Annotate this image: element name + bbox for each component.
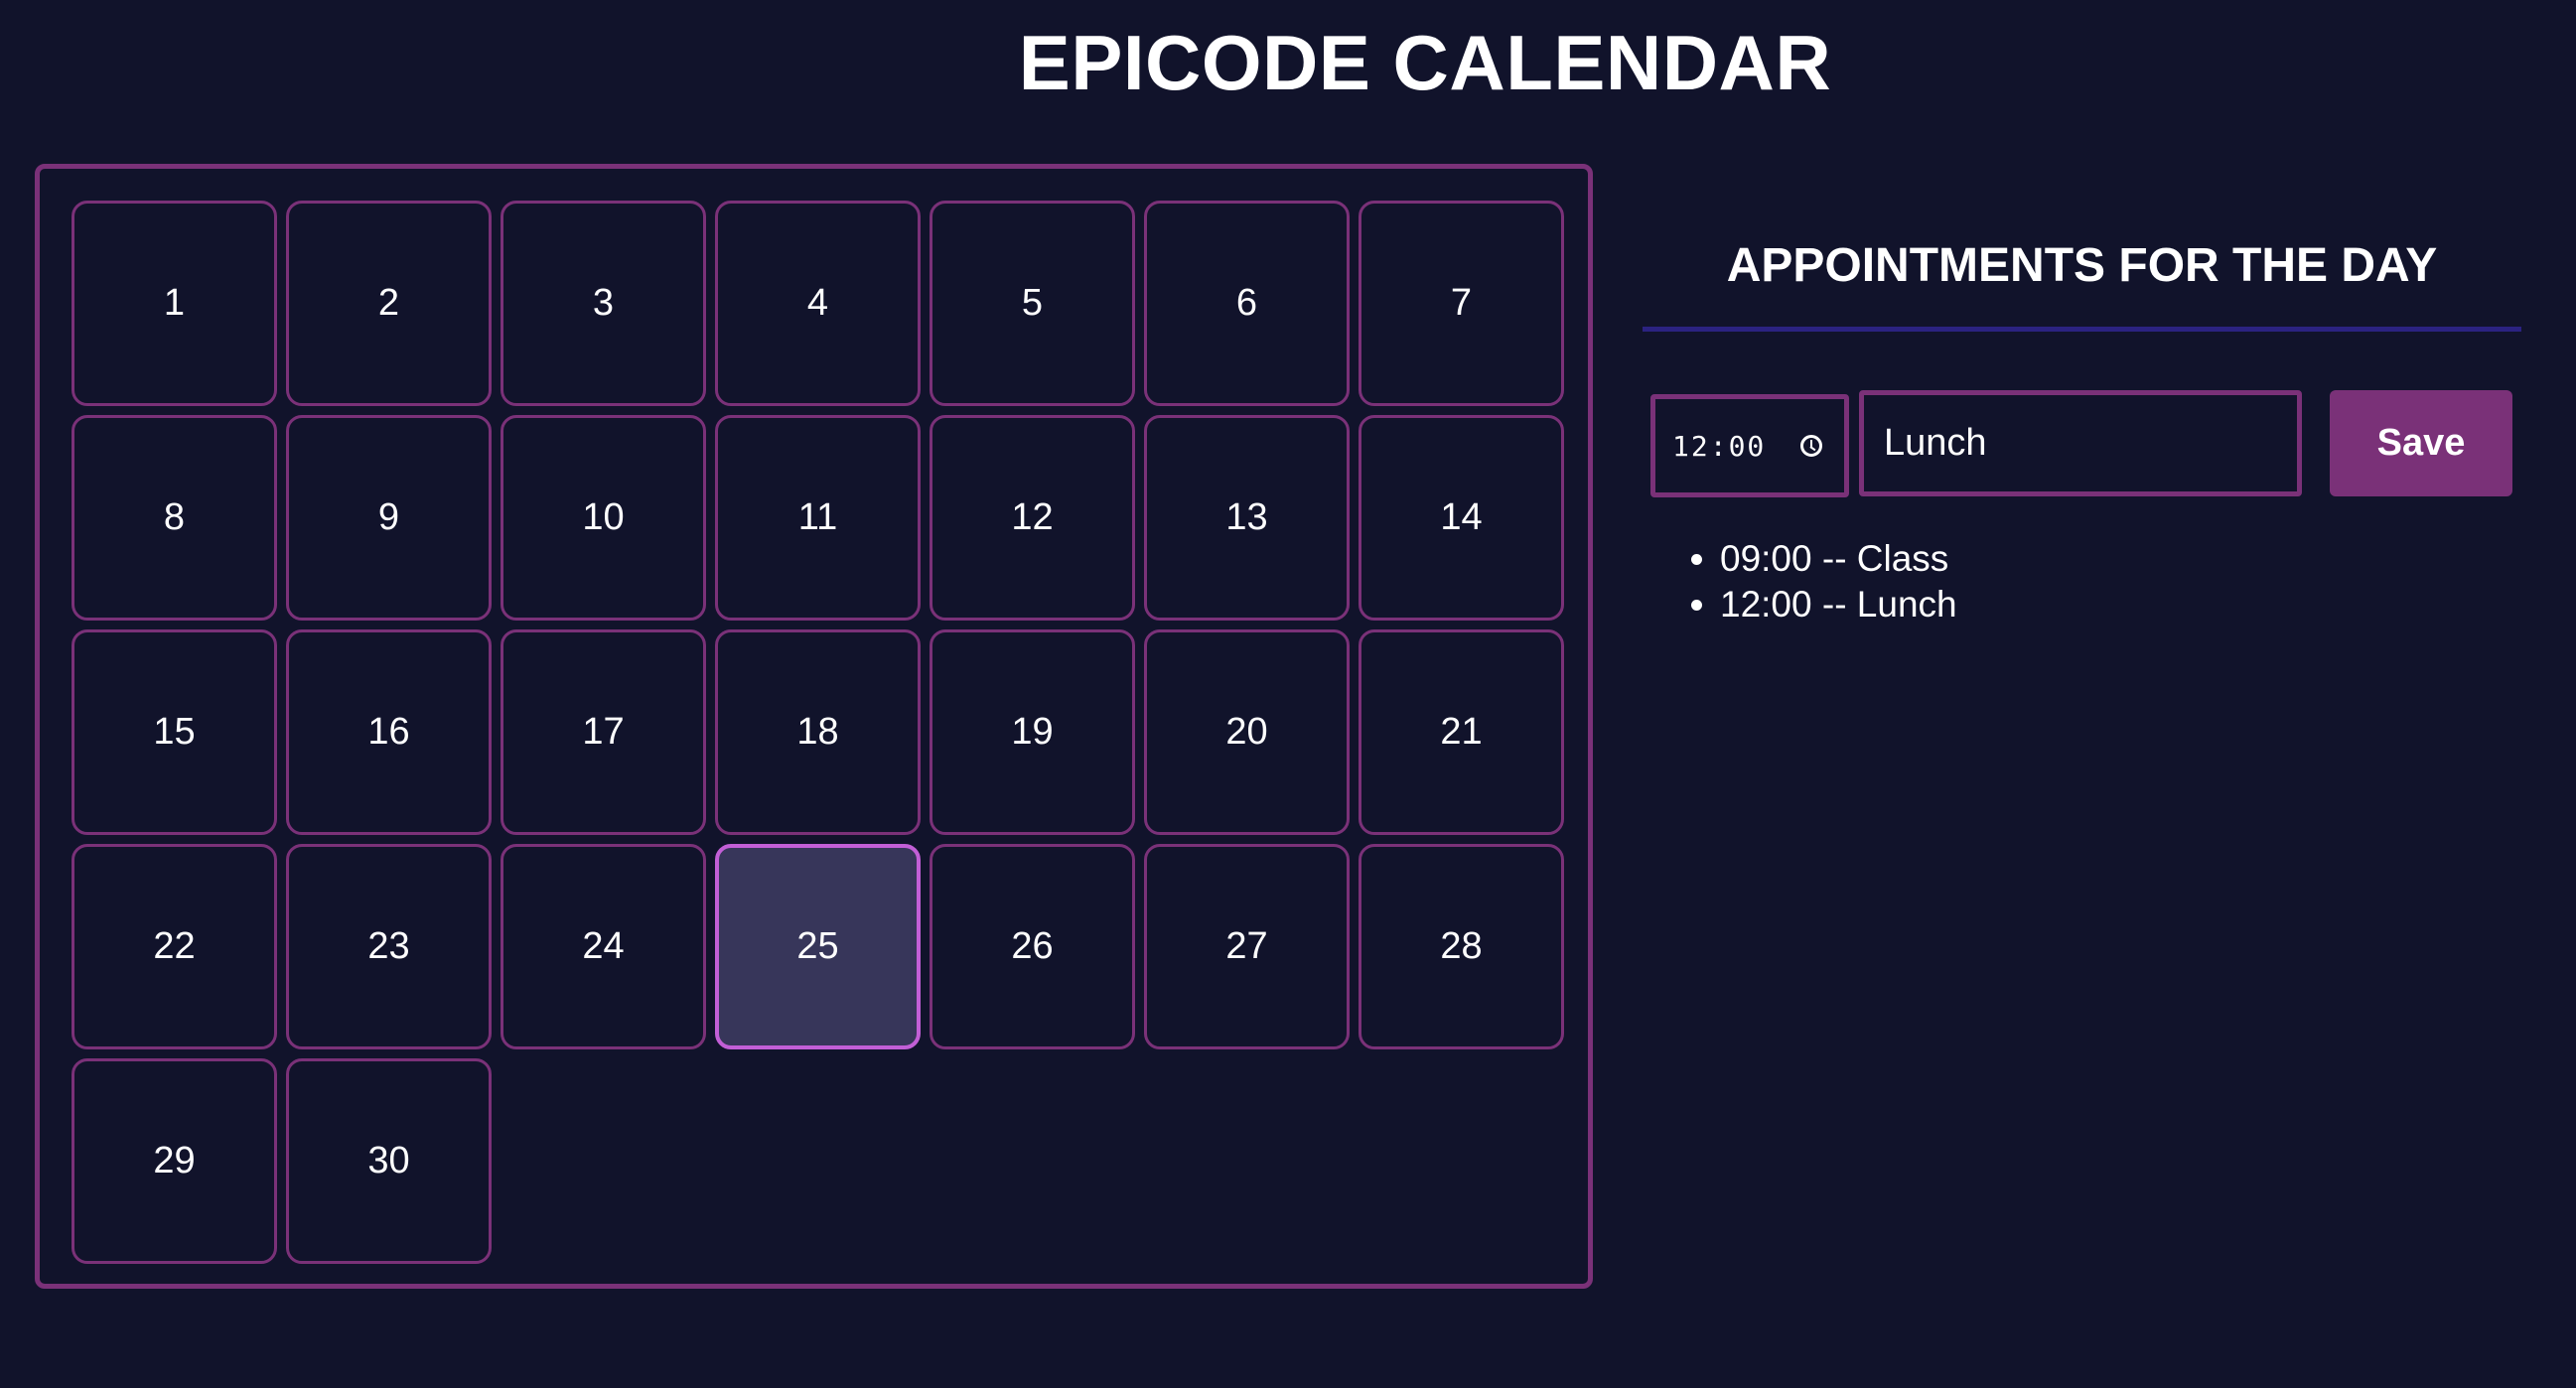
- list-item: 09:00 -- Class: [1720, 536, 1957, 582]
- time-input[interactable]: 12:00: [1650, 394, 1849, 497]
- calendar: 1 2 3 4 5 6 7 8 9 10 11 12 13 14 15 16 1…: [35, 164, 1593, 1289]
- day-cell-25-selected[interactable]: 25: [715, 844, 921, 1049]
- day-cell-27[interactable]: 27: [1144, 844, 1350, 1049]
- day-cell-3[interactable]: 3: [501, 201, 706, 406]
- day-cell-17[interactable]: 17: [501, 629, 706, 835]
- day-grid: 1 2 3 4 5 6 7 8 9 10 11 12 13 14 15 16 1…: [72, 201, 1564, 1264]
- day-cell-19[interactable]: 19: [930, 629, 1135, 835]
- day-cell-26[interactable]: 26: [930, 844, 1135, 1049]
- day-cell-24[interactable]: 24: [501, 844, 706, 1049]
- day-cell-5[interactable]: 5: [930, 201, 1135, 406]
- day-cell-14[interactable]: 14: [1359, 415, 1564, 621]
- time-input-value: 12:00: [1672, 429, 1767, 463]
- day-cell-9[interactable]: 9: [286, 415, 492, 621]
- day-cell-21[interactable]: 21: [1359, 629, 1564, 835]
- day-cell-1[interactable]: 1: [72, 201, 277, 406]
- appointments-heading: APPOINTMENTS FOR THE DAY: [1643, 238, 2521, 332]
- list-item: 12:00 -- Lunch: [1720, 582, 1957, 627]
- appointments-panel: APPOINTMENTS FOR THE DAY 12:00 Lunch Sav…: [1643, 238, 2521, 625]
- day-cell-15[interactable]: 15: [72, 629, 277, 835]
- day-cell-16[interactable]: 16: [286, 629, 492, 835]
- day-cell-23[interactable]: 23: [286, 844, 492, 1049]
- day-cell-30[interactable]: 30: [286, 1058, 492, 1264]
- appointment-description-input[interactable]: Lunch: [1859, 390, 2302, 496]
- day-cell-13[interactable]: 13: [1144, 415, 1350, 621]
- day-cell-20[interactable]: 20: [1144, 629, 1350, 835]
- page-title: EPICODE CALENDAR: [1018, 19, 1832, 106]
- day-cell-4[interactable]: 4: [715, 201, 921, 406]
- clock-icon[interactable]: [1800, 435, 1822, 457]
- save-button[interactable]: Save: [2330, 390, 2512, 496]
- day-cell-10[interactable]: 10: [501, 415, 706, 621]
- appointment-description-value: Lunch: [1884, 422, 1987, 464]
- day-cell-2[interactable]: 2: [286, 201, 492, 406]
- day-cell-12[interactable]: 12: [930, 415, 1135, 621]
- day-cell-7[interactable]: 7: [1359, 201, 1564, 406]
- day-cell-28[interactable]: 28: [1359, 844, 1564, 1049]
- page: EPICODE CALENDAR 1 2 3 4 5 6 7 8 9 10 11…: [0, 0, 2576, 1388]
- appointment-form: 12:00 Lunch Save: [1650, 390, 2521, 497]
- day-cell-6[interactable]: 6: [1144, 201, 1350, 406]
- appointment-list: 09:00 -- Class 12:00 -- Lunch: [1682, 536, 1957, 627]
- day-cell-11[interactable]: 11: [715, 415, 921, 621]
- day-cell-8[interactable]: 8: [72, 415, 277, 621]
- day-cell-22[interactable]: 22: [72, 844, 277, 1049]
- day-cell-29[interactable]: 29: [72, 1058, 277, 1264]
- day-cell-18[interactable]: 18: [715, 629, 921, 835]
